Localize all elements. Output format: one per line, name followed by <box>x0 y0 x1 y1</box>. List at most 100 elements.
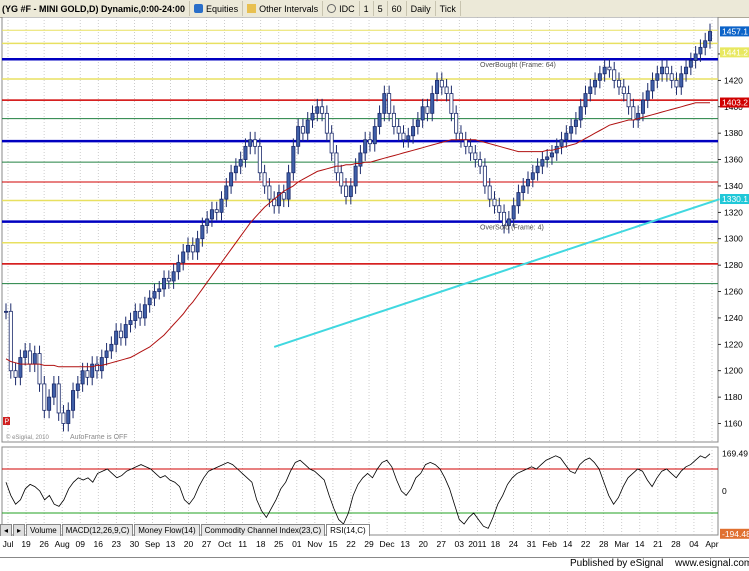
tab-money-flow[interactable]: Money Flow(14) <box>134 524 200 536</box>
x-tick-label: Sep <box>145 539 160 549</box>
price-candle <box>310 112 315 121</box>
price-candle <box>147 297 152 306</box>
price-candle <box>104 350 109 358</box>
price-candle <box>214 209 219 213</box>
x-tick-label: 20 <box>184 539 194 549</box>
price-candle <box>339 172 344 187</box>
price-candle <box>142 304 147 319</box>
price-candle <box>521 185 526 193</box>
y-tick-label: 1160 <box>724 419 743 429</box>
price-candle <box>708 31 713 42</box>
price-candle <box>569 126 574 134</box>
tab-scroll-left-button[interactable]: ◂ <box>0 524 12 536</box>
y-tick-label: 1220 <box>724 339 743 349</box>
price-candle <box>291 145 296 174</box>
price-candle <box>645 90 650 101</box>
price-candle <box>487 185 492 200</box>
price-candle <box>176 262 181 273</box>
price-candle <box>482 165 487 187</box>
price-candle <box>588 86 593 94</box>
x-tick-label: 09 <box>75 539 85 549</box>
price-candle <box>209 209 214 220</box>
price-candle <box>621 86 626 94</box>
price-candle <box>75 383 80 391</box>
y-tick-label: 1380 <box>724 128 743 138</box>
x-tick-label: Mar <box>614 539 629 549</box>
main-panel <box>1 17 719 443</box>
equities-menu[interactable]: Equities <box>190 1 244 16</box>
idc-button[interactable]: IDC <box>323 1 360 16</box>
price-candle <box>71 390 76 411</box>
x-tick-label: 18 <box>256 539 266 549</box>
price-candle <box>166 277 171 282</box>
price-candle <box>669 73 674 81</box>
price-candle <box>564 132 569 141</box>
price-candle <box>300 126 305 134</box>
x-tick-label: Oct <box>218 539 232 549</box>
price-candle <box>367 139 372 145</box>
x-tick-label: 31 <box>527 539 537 549</box>
price-candle <box>334 152 339 174</box>
interval-5-label: 5 <box>377 3 383 14</box>
price-candle <box>233 165 238 174</box>
price-candle <box>171 271 176 282</box>
rsi-axis-label: 169.49 <box>722 449 748 459</box>
price-candle <box>99 357 104 372</box>
price-candle <box>358 152 363 167</box>
price-candle <box>23 350 28 358</box>
x-tick-label: 30 <box>130 539 140 549</box>
publisher-text: Published by eSignal <box>570 558 664 569</box>
price-candle <box>478 159 483 167</box>
indicator-tabs: ◂ ▸ Volume MACD(12,26,9,C) Money Flow(14… <box>0 524 371 536</box>
x-tick-label: 2011 <box>468 539 487 549</box>
price-candle <box>128 320 133 325</box>
interval-60-label: 60 <box>391 3 402 14</box>
price-candle <box>56 383 61 414</box>
x-tick-label: 21 <box>653 539 663 549</box>
price-candle <box>435 79 440 94</box>
price-candle <box>703 40 708 48</box>
daily-button[interactable]: Daily <box>407 1 436 16</box>
x-tick-label: 13 <box>166 539 176 549</box>
price-chart[interactable]: Jul 19 26 Aug 09 16 23 30 Sep 13 20 27 Oct 11 18 25 01 No… <box>0 17 749 557</box>
price-candle <box>607 66 612 71</box>
tab-rsi[interactable]: RSI(14,C) <box>326 524 370 536</box>
tick-button[interactable]: Tick <box>436 1 461 16</box>
rsi-axis-label: 0 <box>722 486 727 496</box>
price-candle <box>502 211 507 226</box>
x-tick-label: 28 <box>671 539 681 549</box>
price-candle <box>353 165 358 187</box>
x-tick-label: 03 <box>455 539 465 549</box>
tab-macd[interactable]: MACD(12,26,9,C) <box>61 524 134 536</box>
price-candle <box>219 198 224 213</box>
price-candle <box>114 330 119 345</box>
price-candle <box>578 106 583 121</box>
interval-60-button[interactable]: 60 <box>388 1 407 16</box>
price-label-text: 1457.1 <box>722 26 748 36</box>
x-tick-label: 22 <box>581 539 591 549</box>
folder-icon <box>247 4 257 13</box>
interval-1-button[interactable]: 1 <box>360 1 374 16</box>
equities-icon <box>194 4 204 13</box>
other-intervals-menu[interactable]: Other Intervals <box>243 1 324 16</box>
price-candle <box>439 79 444 88</box>
x-tick-label: 04 <box>689 539 699 549</box>
x-tick-label: 25 <box>274 539 284 549</box>
footer: Published by eSignal www.esignal.com <box>0 557 749 571</box>
y-tick-label: 1180 <box>724 392 743 402</box>
tab-volume[interactable]: Volume <box>26 524 61 536</box>
price-candle <box>458 132 463 141</box>
price-candle <box>157 288 162 292</box>
price-candle <box>229 172 234 187</box>
y-tick-label: 1260 <box>724 287 743 297</box>
price-candle <box>597 73 602 81</box>
price-candle <box>387 93 392 114</box>
tab-scroll-right-button[interactable]: ▸ <box>13 524 25 536</box>
price-candle <box>664 66 669 75</box>
interval-5-button[interactable]: 5 <box>374 1 388 16</box>
x-tick-label: Aug <box>55 539 70 549</box>
x-tick-label: 28 <box>599 539 609 549</box>
tab-cci[interactable]: Commodity Channel Index(23,C) <box>200 524 326 536</box>
price-candle <box>468 145 473 154</box>
price-candle <box>401 132 406 141</box>
